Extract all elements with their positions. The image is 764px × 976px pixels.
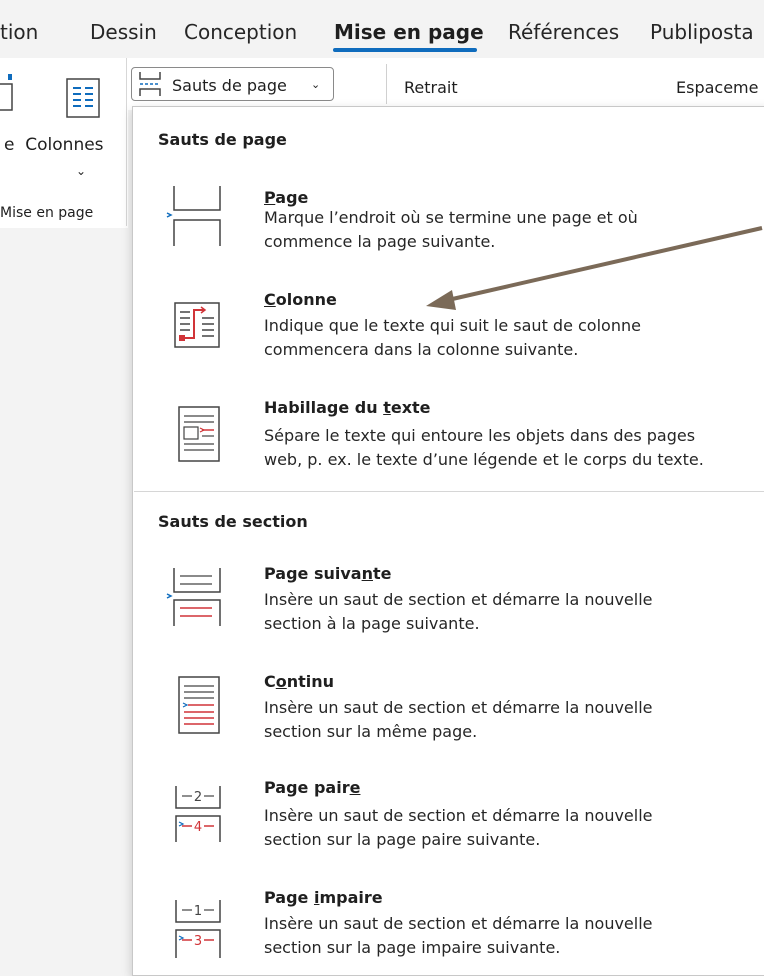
group-label: Mise en page xyxy=(0,205,94,221)
tab-references[interactable]: Références xyxy=(508,20,619,44)
page-break-small-icon xyxy=(139,72,161,96)
menu-item-page[interactable]: Page xyxy=(264,188,308,207)
menu-item-page-impaire-desc: Insère un saut de section et démarre la … xyxy=(264,914,653,957)
orientation-icon[interactable] xyxy=(0,70,20,120)
group-divider xyxy=(126,58,127,226)
menu-item-page-suivante-desc: Insère un saut de section et démarre la … xyxy=(264,590,653,633)
section-breaks-header: Sauts de section xyxy=(158,512,308,531)
tab-publipostage[interactable]: Publiposta xyxy=(650,20,754,44)
menu-item-page-paire-desc: Insère un saut de section et démarre la … xyxy=(264,806,653,849)
continuous-section-icon xyxy=(178,676,220,734)
menu-item-page-impaire[interactable]: Page impaire xyxy=(264,888,383,907)
chevron-down-icon[interactable]: ⌄ xyxy=(76,164,86,178)
tab-insertion[interactable]: tion xyxy=(0,20,38,44)
menu-item-colonne[interactable]: Colonne xyxy=(264,290,337,309)
svg-text:1: 1 xyxy=(194,904,202,919)
tab-dessin[interactable]: Dessin xyxy=(90,20,157,44)
indent-label: Retrait xyxy=(404,78,458,97)
tab-mise-en-page[interactable]: Mise en page xyxy=(334,20,484,44)
menu-item-habillage-desc: Sépare le texte qui entoure les objets d… xyxy=(264,426,704,469)
menu-separator xyxy=(134,491,764,492)
ribbon-tabs: tion Dessin Conception Mise en page Réfé… xyxy=(0,0,764,58)
next-page-section-icon xyxy=(166,568,221,626)
divider xyxy=(386,64,387,104)
menu-item-page-desc: Marque l’endroit où se termine une page … xyxy=(264,208,638,251)
menu-item-habillage[interactable]: Habillage du texte xyxy=(264,398,431,417)
even-page-section-icon: 2 4 xyxy=(175,786,221,842)
spacing-label: Espaceme xyxy=(676,78,759,97)
svg-text:3: 3 xyxy=(194,934,202,949)
active-tab-indicator xyxy=(333,48,477,52)
svg-text:2: 2 xyxy=(194,790,202,805)
columns-icon[interactable] xyxy=(66,78,102,120)
tab-conception[interactable]: Conception xyxy=(184,20,297,44)
page-break-icon xyxy=(166,186,221,246)
menu-item-continu-desc: Insère un saut de section et démarre la … xyxy=(264,698,653,741)
breaks-button-label: Sauts de page xyxy=(172,76,287,95)
column-break-icon xyxy=(174,302,220,348)
chevron-down-icon: ⌄ xyxy=(311,78,321,91)
page-breaks-header: Sauts de page xyxy=(158,130,287,149)
menu-item-continu[interactable]: Continu xyxy=(264,672,334,691)
columns-button[interactable]: e Colonnes xyxy=(4,135,104,155)
odd-page-section-icon: 1 3 xyxy=(175,900,221,958)
text-wrapping-break-icon xyxy=(178,406,220,462)
menu-item-page-suivante[interactable]: Page suivante xyxy=(264,564,391,583)
menu-item-colonne-desc: Indique que le texte qui suit le saut de… xyxy=(264,316,641,359)
menu-item-page-paire[interactable]: Page paire xyxy=(264,778,360,797)
svg-text:4: 4 xyxy=(194,820,202,835)
